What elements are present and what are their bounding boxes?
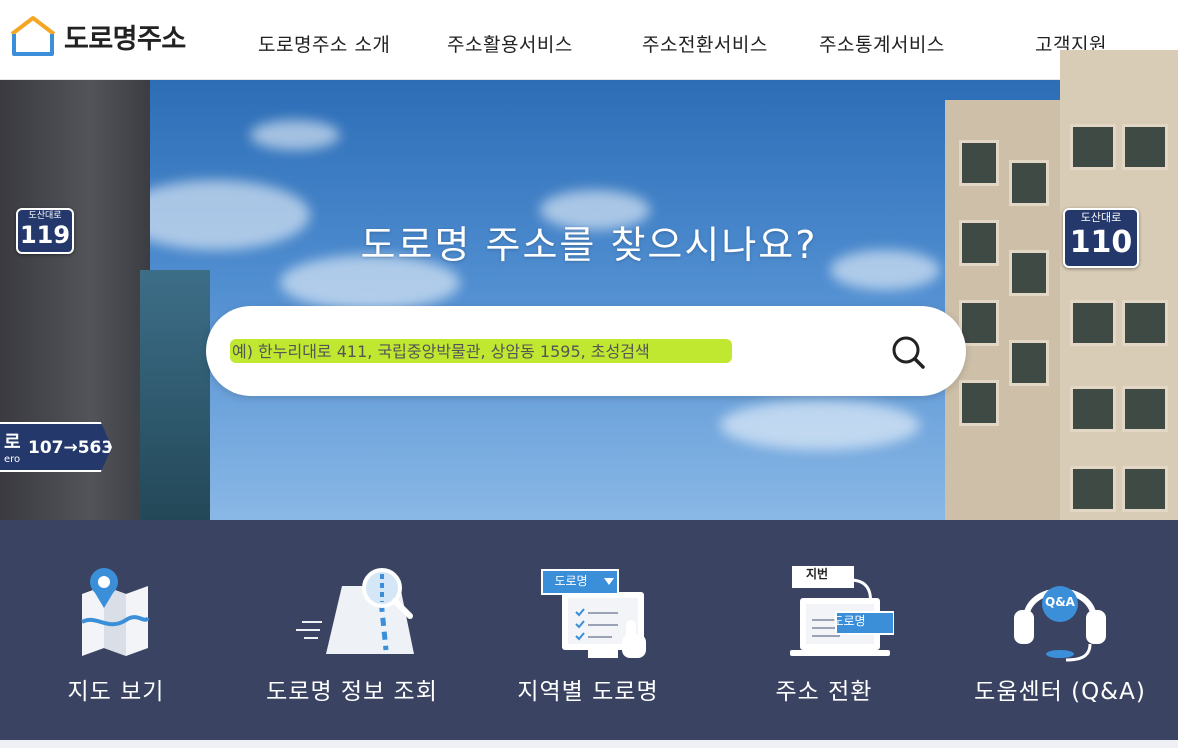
search-icon bbox=[892, 336, 925, 369]
headset-qa-icon bbox=[1014, 586, 1106, 662]
left-glass-building bbox=[140, 270, 210, 520]
nav-item-conversion[interactable]: 주소전환서비스 bbox=[642, 30, 768, 57]
building-window bbox=[959, 300, 999, 346]
menu-label: 도로명 정보 조회 bbox=[266, 679, 438, 705]
top-header: 도로명주소 도로명주소 소개 주소활용서비스 주소전환서비스 주소통계서비스 고… bbox=[0, 0, 1178, 80]
building-window bbox=[1070, 466, 1116, 512]
nav-item-intro[interactable]: 도로명주소 소개 bbox=[258, 30, 390, 57]
menu-address-convert[interactable]: 지번 도로명 주소 전환 bbox=[714, 520, 934, 740]
cloud bbox=[720, 400, 920, 450]
building-window bbox=[1070, 300, 1116, 346]
road-sign-romanized: ero bbox=[4, 454, 21, 465]
menu-map-view[interactable]: 지도 보기 bbox=[6, 520, 226, 740]
search-box bbox=[206, 306, 966, 396]
menu-help-center[interactable]: Q&A 도움센터 (Q&A) bbox=[950, 520, 1170, 740]
nav-item-utilization[interactable]: 주소활용서비스 bbox=[447, 30, 573, 57]
nav-item-statistics[interactable]: 주소통계서비스 bbox=[819, 30, 945, 57]
menu-label: 지역별 도로명 bbox=[517, 679, 659, 705]
region-icon-badge: 도로명 bbox=[554, 574, 588, 588]
building-window bbox=[1122, 300, 1168, 346]
road-sign-range: 107→563 bbox=[28, 438, 114, 458]
menu-road-info[interactable]: 도로명 정보 조회 bbox=[242, 520, 462, 740]
convert-icon-badge-bottom: 도로명 bbox=[832, 614, 866, 628]
building-window bbox=[1122, 124, 1168, 170]
menu-region-roads[interactable]: 도로명 지역별 도로명 bbox=[478, 520, 698, 740]
building-window bbox=[1009, 340, 1049, 386]
road-sign-arrow: 로 ero 107→563 bbox=[0, 422, 112, 472]
building-window bbox=[1070, 124, 1116, 170]
building-window bbox=[1122, 386, 1168, 432]
building-window bbox=[1122, 466, 1168, 512]
hero-title: 도로명 주소를 찾으시나요? bbox=[360, 223, 818, 267]
menu-label: 지도 보기 bbox=[67, 679, 165, 705]
quick-menu: 지도 보기 도로명 정보 조회 도로명 지역별 도로명 지번 도로명 주소 전환… bbox=[0, 520, 1178, 748]
address-search-input[interactable] bbox=[232, 336, 892, 366]
menu-label: 주소 전환 bbox=[775, 679, 873, 705]
building-window bbox=[959, 380, 999, 426]
map-pin-icon bbox=[81, 568, 150, 656]
help-icon-badge: Q&A bbox=[1045, 595, 1075, 609]
menu-label: 도움센터 (Q&A) bbox=[974, 679, 1146, 705]
building-window bbox=[1070, 386, 1116, 432]
road-sign-name: 로 bbox=[4, 432, 21, 453]
building-window bbox=[1009, 160, 1049, 206]
page-bottom-strip bbox=[0, 740, 1178, 748]
main-nav: 도로명주소 소개 주소활용서비스 주소전환서비스 주소통계서비스 고객지원 bbox=[0, 30, 1178, 60]
search-button[interactable] bbox=[886, 330, 930, 374]
road-search-icon bbox=[296, 568, 414, 654]
building-window bbox=[959, 140, 999, 186]
convert-icon-badge-top: 지번 bbox=[805, 567, 829, 581]
right-building-front bbox=[1060, 50, 1178, 520]
cloud bbox=[250, 120, 340, 150]
